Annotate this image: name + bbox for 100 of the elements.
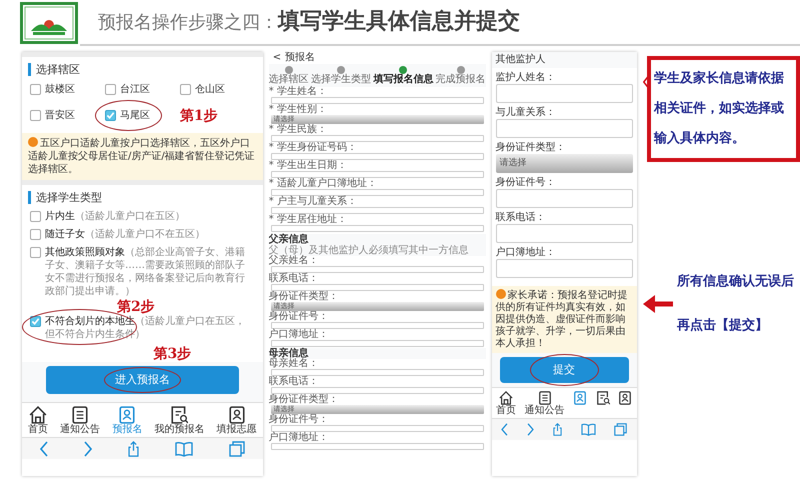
- book-icon: [174, 440, 193, 456]
- input-field[interactable]: [496, 119, 633, 138]
- forward-icon: [84, 440, 92, 456]
- school-logo: [20, 2, 78, 44]
- input-field[interactable]: [270, 284, 484, 291]
- field-label: * 户主与儿童关系：: [268, 197, 358, 207]
- input-field[interactable]: [270, 266, 484, 273]
- person-card-icon: [228, 406, 246, 424]
- field-label: 联系电话：: [268, 274, 320, 284]
- input-field[interactable]: [270, 322, 484, 329]
- home-icon: [498, 391, 513, 405]
- share-icon: [128, 440, 139, 456]
- field-label: 联系电话：: [268, 377, 320, 387]
- section-title: 其他监护人: [492, 52, 637, 68]
- section-note: 父（母）及其他监护人必须填写其中一方信息: [268, 245, 470, 256]
- input-field[interactable]: [496, 259, 633, 278]
- input-field[interactable]: [496, 84, 633, 103]
- warning-icon: [496, 289, 506, 299]
- step-label: 填写报名信息: [373, 74, 434, 85]
- field-label: 户口簿地址：: [268, 330, 330, 340]
- section-title: 选择学生类型: [28, 191, 257, 204]
- field-label: 户口簿地址：: [496, 247, 557, 259]
- checkbox[interactable]: [180, 84, 191, 95]
- field-label: 身份证件类型：: [268, 395, 340, 405]
- note-text: 所有信息确认无误后: [676, 272, 794, 291]
- input-field[interactable]: [270, 135, 484, 142]
- option-label: 其他政策照顾对象（总部企业高管子女、港籍子女、澳籍子女等……需要政策照顾的部队子女不需进行预报名，网络备案登记后向教育行政部门提出申请。）: [45, 246, 246, 298]
- note-text: 再点击【提交】: [676, 316, 769, 335]
- tab-bar-item[interactable]: 首页: [28, 406, 48, 436]
- field-label: * 学生身份证号码：: [268, 143, 358, 153]
- option-label: 仓山区: [194, 82, 225, 97]
- checkbox[interactable]: [30, 316, 41, 327]
- step-label: 选择学生类型: [311, 74, 372, 85]
- field-label: * 学生民族：: [268, 125, 328, 135]
- document-search-icon: [596, 391, 610, 405]
- document-icon: [538, 391, 552, 405]
- field-label: 联系电话：: [496, 212, 547, 224]
- field-label: 与儿童关系：: [496, 107, 557, 119]
- field-label: 身份证件类型：: [496, 142, 567, 154]
- warning-icon: [28, 137, 38, 147]
- input-field[interactable]: [270, 189, 484, 196]
- input-field[interactable]: [496, 224, 633, 243]
- checkbox[interactable]: [30, 247, 41, 258]
- notice-text: 五区户口适龄儿童按户口选择辖区，五区外户口适龄儿童按父母居住证/房产证/福建省暂住登记凭证选择辖区。: [28, 137, 256, 176]
- step-label: 选择辖区: [268, 74, 309, 85]
- input-field[interactable]: [270, 369, 484, 376]
- callout-box: 学生及家长信息请依据相关证件，如实选择或输入具体内容。: [647, 56, 800, 162]
- input-field[interactable]: [270, 225, 484, 232]
- field-label: * 学生性别：: [268, 105, 328, 115]
- tab-bar-item[interactable]: 首页: [496, 391, 516, 417]
- field-label: 身份证件类型：: [268, 292, 340, 302]
- checkbox[interactable]: [30, 211, 41, 222]
- input-field[interactable]: [270, 153, 484, 160]
- option-label: 随迁子女（适龄儿童户口不在五区）: [45, 228, 205, 241]
- section-title: 母亲信息: [268, 348, 309, 359]
- field-label: * 学生出生日期：: [268, 161, 348, 171]
- input-field[interactable]: [270, 97, 484, 104]
- field-label: 身份证件号：: [268, 415, 330, 425]
- tab-bar-item[interactable]: 通知公告: [60, 406, 100, 436]
- input-field[interactable]: [270, 171, 484, 178]
- input-field[interactable]: [496, 189, 633, 208]
- field-label: 监护人姓名：: [496, 72, 557, 84]
- field-label: * 学生居住地址：: [268, 215, 348, 225]
- document-search-icon: [170, 406, 188, 424]
- screen-title: 预报名: [285, 52, 316, 64]
- tab-bar-item[interactable]: 预报名: [112, 406, 142, 436]
- submit-button[interactable]: 提交: [500, 357, 629, 383]
- tabs-icon: [614, 423, 628, 436]
- checkbox[interactable]: [30, 229, 41, 240]
- forward-icon: [526, 423, 534, 436]
- back-icon: [501, 423, 508, 436]
- field-label: * 适龄儿童户口簿地址：: [268, 179, 378, 189]
- option-label: 台江区: [120, 82, 150, 97]
- input-field[interactable]: [270, 443, 484, 450]
- field-label: 身份证件号：: [268, 312, 330, 322]
- option-label: 马尾区: [120, 109, 150, 123]
- checkbox[interactable]: [30, 84, 41, 95]
- input-field[interactable]: [270, 340, 484, 347]
- tab-bar-item[interactable]: 通知公告: [524, 391, 565, 417]
- step-label: 第2步: [117, 299, 156, 315]
- select-field[interactable]: 请选择: [496, 154, 633, 173]
- checkbox[interactable]: [104, 84, 116, 95]
- option-label: 鼓楼区: [45, 82, 75, 97]
- checkbox[interactable]: [104, 110, 116, 121]
- input-field[interactable]: [270, 425, 484, 432]
- back-arrow[interactable]: <: [272, 52, 282, 64]
- tab-bar-item[interactable]: 填报志愿: [216, 406, 257, 436]
- step-label: 完成预报名: [436, 74, 486, 85]
- document-icon: [71, 406, 90, 424]
- page-title: 预报名操作步骤之四：填写学生具体信息并提交: [97, 8, 521, 36]
- notice-text: 家长承诺：预报名登记时提供的所有证件均真实有效，如因提供伪造、虚假证件而影响孩子就学、升学，一切后果由本人承担！: [496, 289, 629, 350]
- enter-button[interactable]: 进入预报名: [46, 366, 239, 394]
- checkbox[interactable]: [30, 110, 41, 121]
- step-label: 第1步: [180, 108, 219, 124]
- person-card-icon: [618, 391, 632, 405]
- input-field[interactable]: [270, 207, 484, 214]
- tab-bar-item[interactable]: 我的预报名: [154, 406, 204, 436]
- tabs-icon: [228, 440, 245, 456]
- pointer-arrow: [642, 294, 673, 314]
- input-field[interactable]: [270, 387, 484, 394]
